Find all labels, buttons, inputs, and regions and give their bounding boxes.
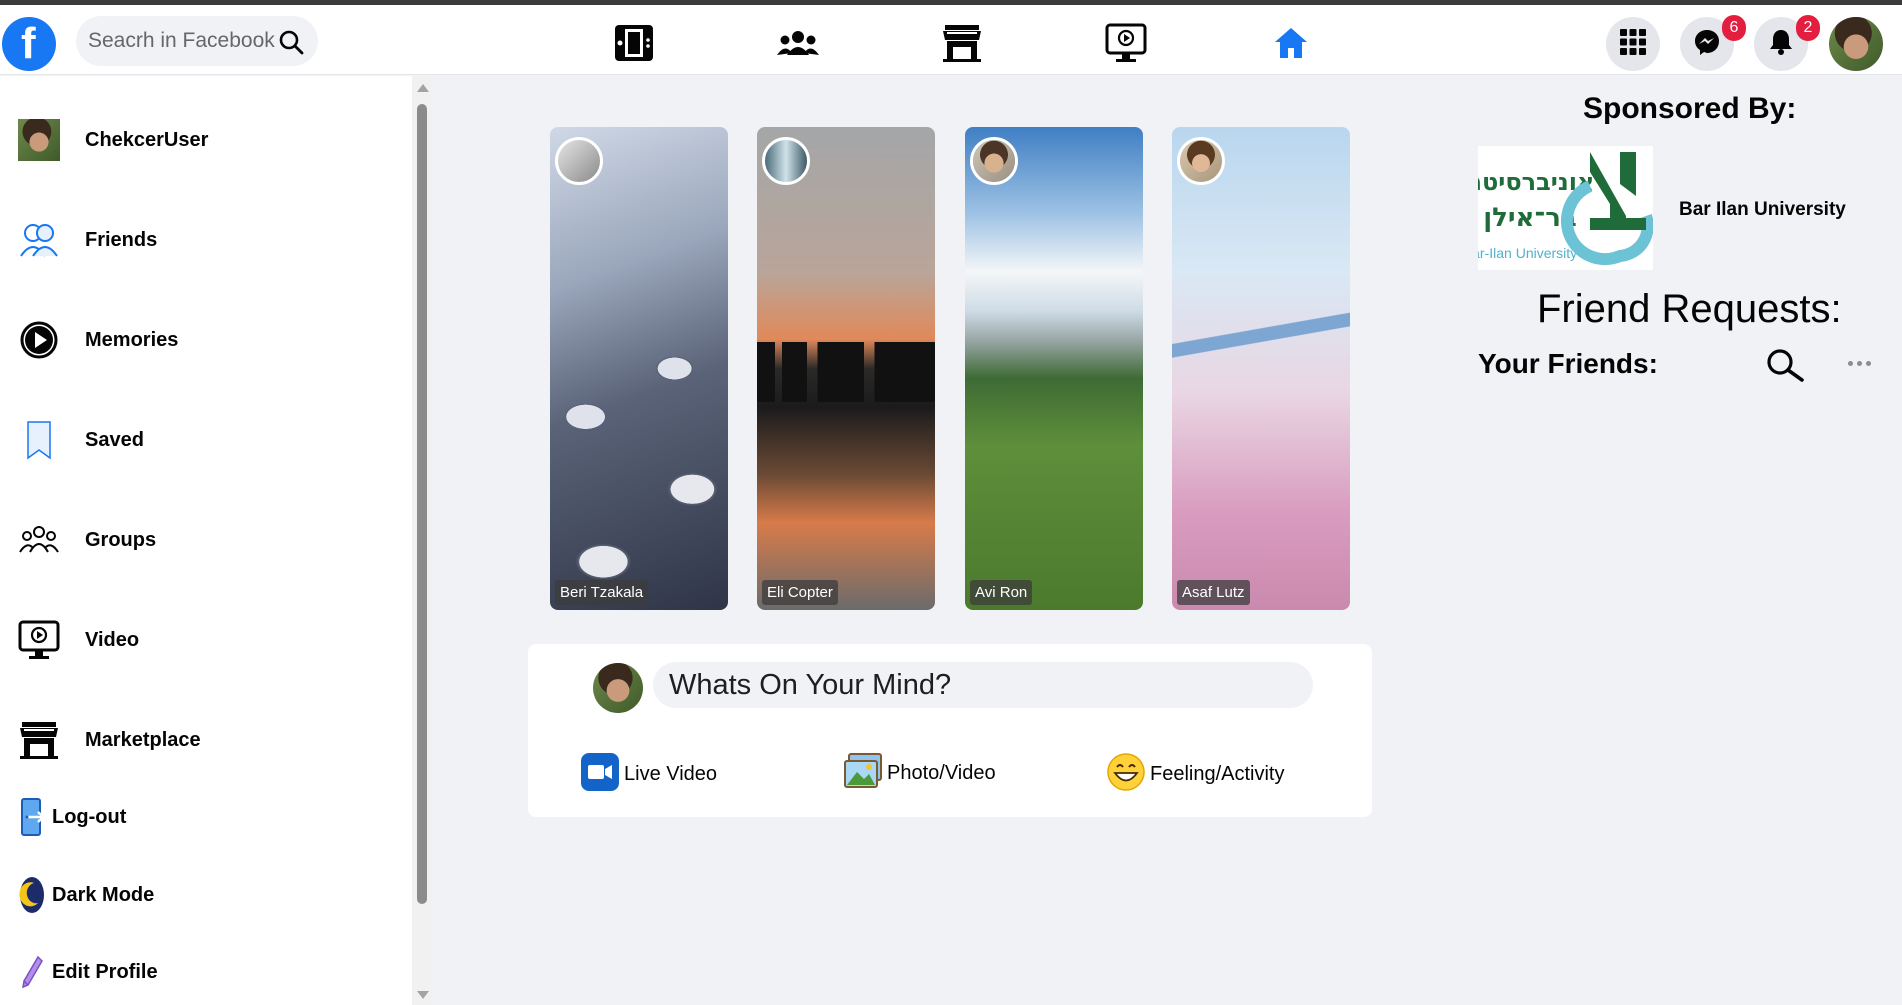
sidebar-item-video[interactable]: Video [18, 619, 139, 661]
logo-letter: f [21, 19, 36, 68]
photo-icon [843, 752, 883, 795]
video-icon [18, 619, 60, 661]
story-card[interactable]: Beri Tzakala [550, 127, 728, 610]
more-options-icon[interactable] [1848, 361, 1871, 366]
groups-icon[interactable] [775, 23, 821, 63]
sidebar-item-label: Log-out [52, 805, 127, 828]
avatar [593, 663, 643, 713]
left-sidebar: ChekcerUser Friends Memories Saved Group… [0, 76, 412, 1005]
search-box[interactable] [76, 16, 318, 66]
memories-icon [18, 319, 60, 361]
top-navigation-bar: f 6 2 [0, 5, 1902, 75]
scroll-down-arrow-icon[interactable] [417, 991, 429, 999]
story-author-name: Eli Copter [762, 580, 838, 605]
sidebar-scrollbar[interactable] [412, 76, 433, 1005]
live-video-label: Live Video [624, 763, 718, 785]
photo-video-label: Photo/Video [887, 762, 996, 784]
home-icon[interactable] [1268, 23, 1314, 63]
sidebar-item-label: Memories [85, 328, 179, 351]
photo-video-button[interactable]: Photo/Video [843, 752, 996, 795]
scroll-up-arrow-icon[interactable] [417, 84, 429, 92]
sponsor-name[interactable]: Bar Ilan University [1679, 199, 1846, 221]
bell-icon [1768, 28, 1794, 61]
sidebar-item-dark-mode[interactable]: Dark Mode [18, 874, 154, 916]
sidebar-item-friends[interactable]: Friends [18, 219, 157, 261]
story-author-name: Avi Ron [970, 580, 1033, 605]
friend-requests-title: Friend Requests: [1537, 287, 1842, 331]
post-composer: Live Video Photo/Video Feeling/Activity [528, 644, 1372, 817]
live-video-button[interactable]: Live Video [580, 752, 717, 797]
messenger-button[interactable]: 6 [1680, 15, 1746, 71]
watch-icon[interactable] [1103, 23, 1149, 63]
avatar [1829, 17, 1883, 71]
groups-icon [18, 519, 60, 561]
notifications-button[interactable]: 2 [1754, 15, 1820, 71]
story-card[interactable]: Eli Copter [757, 127, 935, 610]
marketplace-icon[interactable] [939, 23, 985, 63]
sponsored-title: Sponsored By: [1583, 92, 1797, 125]
story-avatar [970, 137, 1018, 185]
notifications-badge: 2 [1796, 15, 1820, 41]
sidebar-item-label: Marketplace [85, 728, 201, 751]
search-icon[interactable] [278, 29, 304, 60]
story-avatar [762, 137, 810, 185]
sidebar-item-label: Video [85, 628, 140, 651]
feeling-activity-button[interactable]: Feeling/Activity [1106, 752, 1285, 797]
sidebar-item-logout[interactable]: Log-out [18, 796, 126, 838]
story-author-name: Asaf Lutz [1177, 580, 1250, 605]
sidebar-item-label: Dark Mode [52, 883, 155, 906]
live-video-icon [580, 752, 620, 797]
feeling-activity-label: Feeling/Activity [1150, 763, 1285, 785]
logo-text-english: Bar-Ilan University [1478, 245, 1577, 261]
sidebar-item-profile[interactable]: ChekcerUser [18, 119, 208, 161]
pencil-icon [18, 951, 46, 993]
sidebar-item-label: Saved [85, 428, 144, 451]
story-author-name: Beri Tzakala [555, 580, 649, 605]
moon-icon [18, 874, 46, 916]
menu-grid-button[interactable] [1606, 17, 1660, 71]
friends-icon [18, 219, 60, 261]
whats-on-your-mind-input[interactable] [653, 662, 1313, 708]
bookmark-icon [18, 419, 60, 461]
logout-icon [18, 796, 46, 838]
your-friends-title: Your Friends: [1478, 348, 1658, 379]
story-card[interactable]: Avi Ron [965, 127, 1143, 610]
story-avatar [1177, 137, 1225, 185]
sidebar-item-marketplace[interactable]: Marketplace [18, 719, 201, 761]
story-card[interactable]: Asaf Lutz [1172, 127, 1350, 610]
messenger-icon [1693, 28, 1721, 61]
facebook-logo[interactable]: f [2, 17, 56, 71]
sidebar-item-saved[interactable]: Saved [18, 419, 144, 461]
story-avatar [555, 137, 603, 185]
smile-icon [1106, 752, 1146, 797]
profile-avatar-button[interactable] [1829, 17, 1883, 71]
grid-icon [1620, 28, 1646, 60]
sidebar-item-groups[interactable]: Groups [18, 519, 156, 561]
marketplace-icon [18, 719, 60, 761]
sidebar-item-label: Friends [85, 228, 158, 251]
gaming-icon[interactable] [611, 23, 657, 63]
sidebar-item-label: ChekcerUser [85, 128, 209, 151]
sidebar-item-edit-profile[interactable]: Edit Profile [18, 951, 158, 993]
avatar [18, 119, 60, 161]
sidebar-item-memories[interactable]: Memories [18, 319, 178, 361]
bar-ilan-logo[interactable]: אוניברסיטת בר־אילן Bar-Ilan University [1463, 146, 1654, 270]
messenger-badge: 6 [1722, 15, 1746, 41]
sidebar-item-label: Edit Profile [52, 960, 158, 983]
scrollbar-thumb[interactable] [417, 104, 427, 904]
search-friends-icon[interactable] [1765, 348, 1805, 387]
sidebar-item-label: Groups [85, 528, 157, 551]
search-input[interactable] [88, 26, 278, 56]
